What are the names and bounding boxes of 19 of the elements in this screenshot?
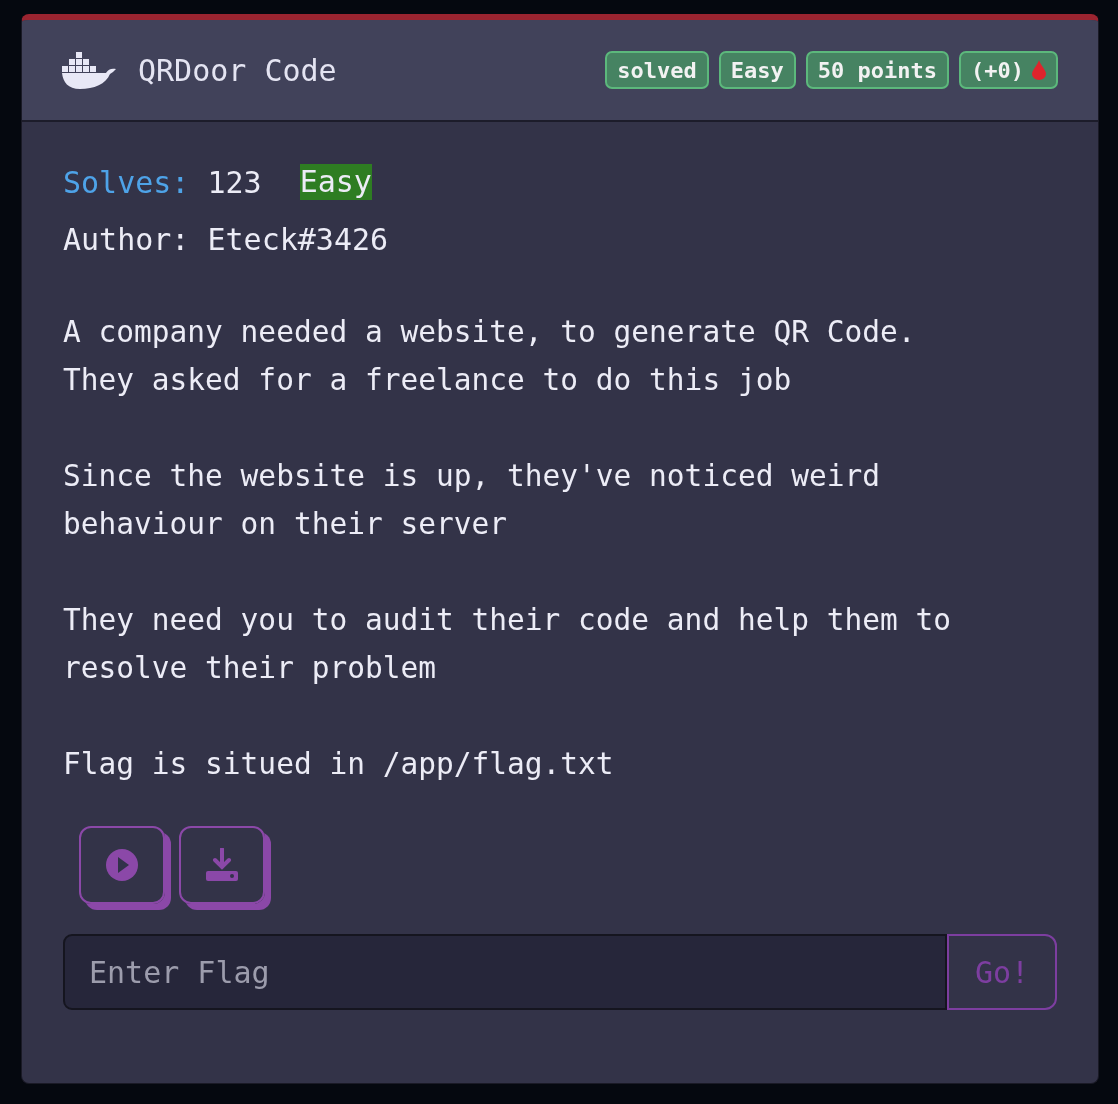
go-button[interactable]: Go! [947, 934, 1057, 1010]
challenge-title: QRDoor Code [138, 51, 337, 90]
badge: (+0) [959, 51, 1058, 89]
description-paragraph: Flag is situed in /app/flag.txt [63, 746, 615, 783]
flag-input-field[interactable]: Enter Flag [63, 934, 947, 1010]
play-icon [105, 848, 139, 882]
difficulty-tag: Easy [299, 164, 372, 200]
solves-count: 123 [207, 163, 262, 202]
description-paragraph: They need you to audit their code and help them to resolve their problem [63, 602, 953, 687]
description-paragraph: A company needed a website, to generate QR Code. They asked for a freelance to do this job [63, 314, 917, 399]
author-text: Author: Eteck#3426 [63, 221, 390, 259]
whale-icon [62, 50, 118, 90]
download-icon [205, 848, 239, 882]
badge: solved [605, 51, 709, 89]
solves-label: Solves: [63, 163, 190, 202]
badge: 50 points [805, 51, 949, 89]
badge: Easy [718, 51, 796, 89]
description-paragraph: Since the website is up, they've noticed weird behaviour on their server [63, 458, 881, 543]
blood-drop-icon [1032, 60, 1046, 80]
